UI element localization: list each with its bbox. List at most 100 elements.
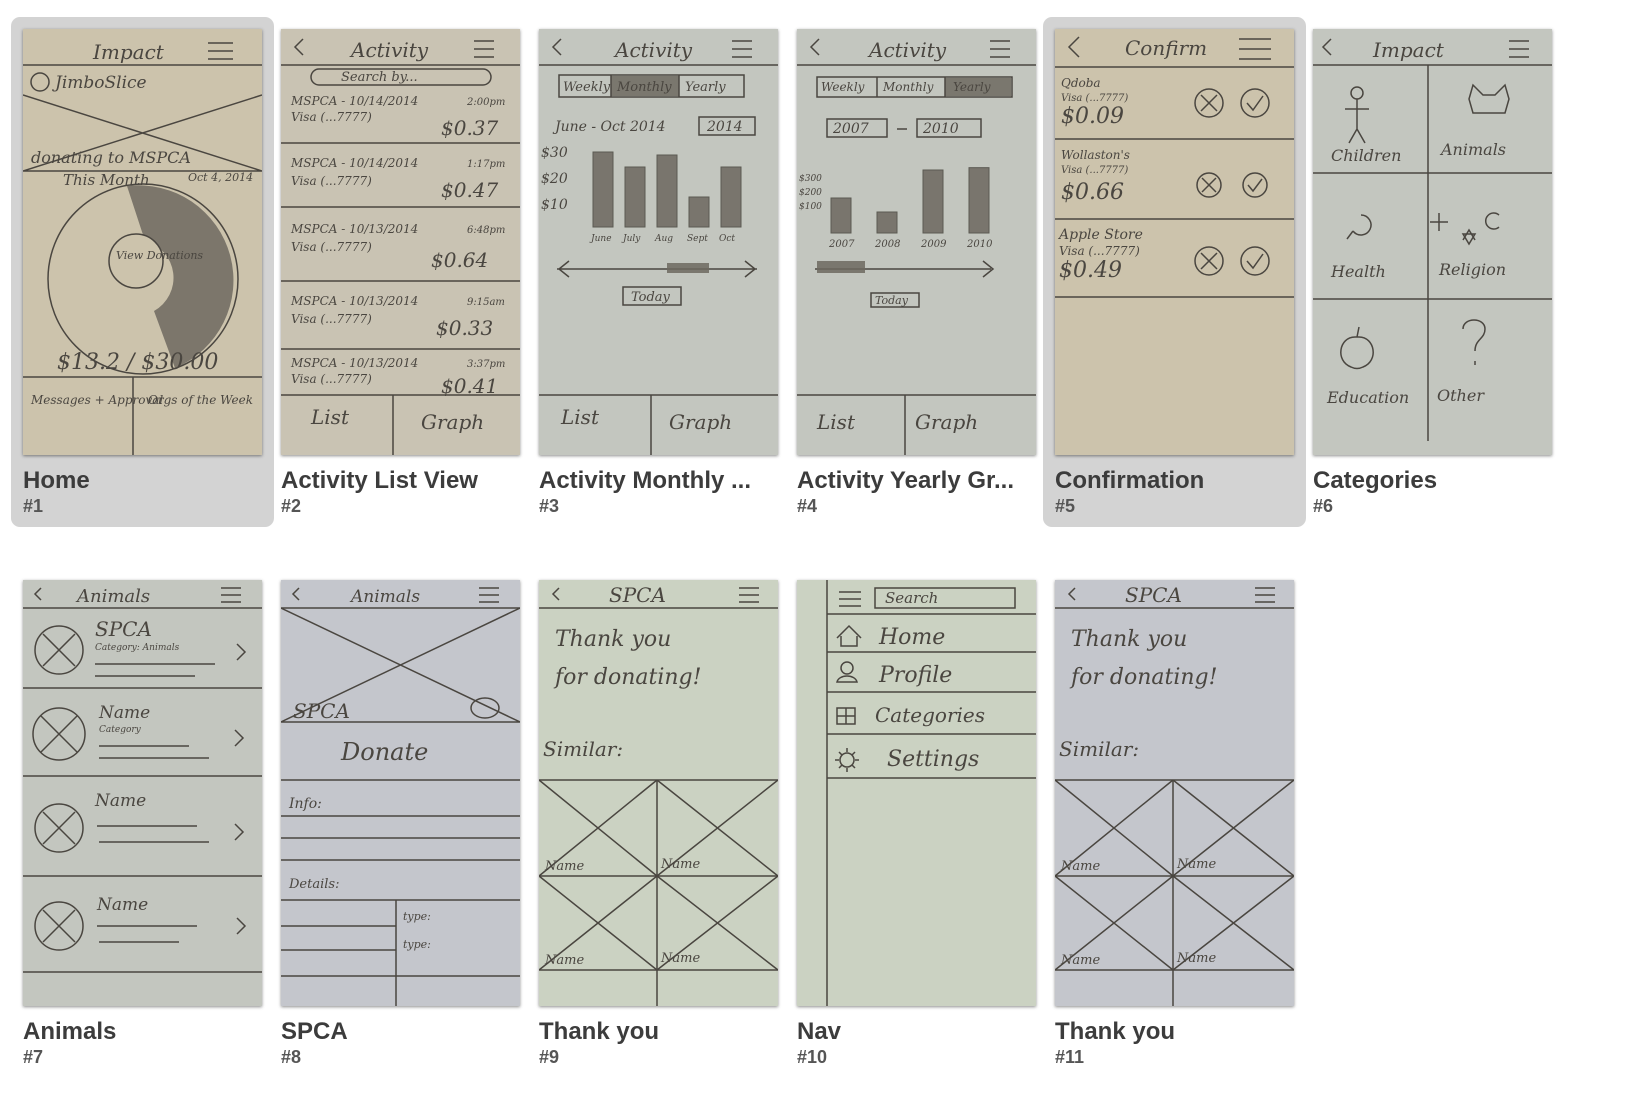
sketch-text: Search [885, 589, 938, 607]
screen-card-thank-you[interactable]: SPCA Thank you for donating! Similar: Na… [527, 568, 790, 1078]
screen-number: #8 [281, 1047, 302, 1067]
sketch-header: SPCA [609, 583, 666, 607]
svg-text:$0.47: $0.47 [441, 178, 499, 202]
svg-text:Name: Name [94, 791, 146, 811]
screen-card-thank-you-2[interactable]: SPCA Thank you for donating! Similar: Na… [1043, 568, 1306, 1078]
chart-bar [830, 197, 852, 234]
sketch-thumbnail: Animals SPCA Category: Animals Name Cate… [23, 580, 262, 1006]
screen-number: #11 [1055, 1047, 1085, 1067]
screen-card-spca[interactable]: Animals SPCA Donate Info: Details: type:… [269, 568, 532, 1078]
donation-donut-chart [47, 183, 239, 375]
monthly-bar-chart: $30 $20 $10 June July Aug Sept Oct [541, 145, 742, 244]
hamburger-icon [474, 40, 494, 58]
x-tick-label: 2008 [874, 239, 900, 250]
hamburger-icon [479, 587, 499, 603]
hamburger-icon [990, 40, 1010, 58]
svg-text:Visa (...7777): Visa (...7777) [1059, 244, 1140, 258]
nav-item-settings: Settings [887, 747, 979, 772]
sketch-text: List [560, 405, 600, 429]
sketch-text: Messages + Approval [30, 393, 163, 407]
sketch-header: Activity [867, 38, 947, 62]
nav-item-profile: Profile [878, 663, 952, 688]
sketch-text: 2010 [922, 121, 959, 137]
screen-number: #3 [539, 496, 560, 516]
apple-icon [1340, 326, 1374, 370]
avatar-icon [30, 72, 50, 92]
similar-grid [539, 779, 778, 1006]
back-icon [1321, 38, 1332, 56]
screen-card-categories[interactable]: Impact Children Animals Health Religion … [1301, 17, 1564, 527]
svg-text:Weekly: Weekly [821, 80, 865, 94]
donate-button: Donate [340, 738, 428, 766]
sketch-text: Name [544, 859, 584, 874]
svg-text:Wollaston's: Wollaston's [1061, 148, 1130, 162]
svg-text:Weekly: Weekly [563, 80, 611, 95]
category-label: Education [1326, 388, 1409, 407]
chevron-right-icon [97, 823, 245, 843]
y-tick-label: $200 [799, 188, 822, 198]
sketch-text: SPCA [293, 699, 350, 723]
sketch-text: Search by... [341, 70, 418, 85]
svg-text:MSPCA - 10/13/2014: MSPCA - 10/13/2014 [290, 356, 418, 370]
sketch-thumbnail: Confirm Qdoba Visa (...7777) $0.09 Wolla… [1055, 29, 1294, 455]
screen-card-activity-yearly[interactable]: Activity Weekly Monthly Yearly 2007 2010… [785, 17, 1048, 527]
sketch-text: Name [660, 951, 700, 966]
hamburger-icon [739, 587, 759, 603]
sketch-text: 2007 [832, 121, 869, 137]
sketch-row: MSPCA - 10/13/2014 Visa (...7777) 9:15am… [290, 294, 505, 340]
x-tick-label: July [621, 234, 641, 244]
screen-number: #1 [23, 496, 44, 516]
question-icon [1462, 319, 1486, 365]
chart-bar [688, 196, 710, 228]
confirm-row: Wollaston's Visa (...7777) $0.66 [1061, 148, 1268, 205]
sketch-text: Details: [288, 877, 339, 892]
screen-title: Thank you [539, 1018, 660, 1045]
period-toggle: Weekly Monthly Yearly [816, 76, 1013, 98]
nav-item-home: Home [878, 625, 945, 650]
screen-card-home[interactable]: Impact JimboSlice donating to MSPCA This… [11, 17, 274, 527]
svg-text:$0.37: $0.37 [441, 116, 499, 140]
screen-title: SPCA [281, 1018, 348, 1045]
svg-text:Visa (...7777): Visa (...7777) [1061, 165, 1128, 176]
sketch-text: Orgs of the Week [148, 393, 253, 407]
sketch-text: Graph [669, 410, 732, 434]
sketch-thumbnail: Activity Search by... MSPCA - 10/14/2014… [281, 29, 520, 455]
profile-icon [836, 661, 858, 683]
back-icon [33, 587, 42, 601]
sketch-text: Similar: [1059, 737, 1139, 761]
screen-card-nav[interactable]: Search Home Profile Categories Settings … [785, 568, 1048, 1078]
sketch-text: List [310, 405, 350, 429]
sketch-thumbnail: Animals SPCA Donate Info: Details: type:… [281, 580, 520, 1006]
back-icon [293, 38, 304, 56]
sketch-username: JimboSlice [52, 73, 147, 93]
back-icon [291, 587, 300, 601]
sketch-text: Name [1176, 857, 1216, 872]
screen-card-activity-list-view[interactable]: Activity Search by... MSPCA - 10/14/2014… [269, 17, 532, 527]
animal-icon [1468, 83, 1510, 114]
screen-card-activity-monthly[interactable]: Activity Weekly Monthly Yearly June - Oc… [527, 17, 790, 527]
hamburger-icon [1509, 40, 1529, 58]
svg-text:Category: Category [99, 725, 142, 735]
svg-text:SPCA: SPCA [95, 617, 152, 641]
screen-card-animals[interactable]: Animals SPCA Category: Animals Name Cate… [11, 568, 274, 1078]
screen-card-confirmation[interactable]: Confirm Qdoba Visa (...7777) $0.09 Wolla… [1043, 17, 1306, 527]
screen-number: #5 [1055, 496, 1076, 516]
hamburger-icon [208, 42, 233, 60]
svg-text:$0.09: $0.09 [1061, 104, 1124, 129]
svg-text:Name: Name [98, 703, 150, 723]
chart-bar [624, 166, 646, 228]
screen-title: Home [23, 467, 90, 494]
sketch-text: donating to MSPCA [31, 148, 191, 167]
sketch-text: type: [403, 910, 431, 923]
screen-title: Confirmation [1055, 467, 1205, 494]
category-label: Children [1331, 146, 1401, 165]
chart-bar [876, 211, 898, 234]
sketch-thumbnail: Impact Children Animals Health Religion … [1313, 29, 1552, 455]
sketch-text: Thank you [555, 627, 671, 652]
chart-bar [720, 166, 742, 228]
nav-item-categories: Categories [875, 703, 985, 727]
yearly-bar-chart: $300 $200 $100 2007 2008 2009 2010 [799, 167, 993, 250]
sketch-header: Animals [349, 587, 420, 607]
svg-text:1:17pm: 1:17pm [467, 159, 505, 170]
timeline-scrubber [557, 260, 757, 278]
